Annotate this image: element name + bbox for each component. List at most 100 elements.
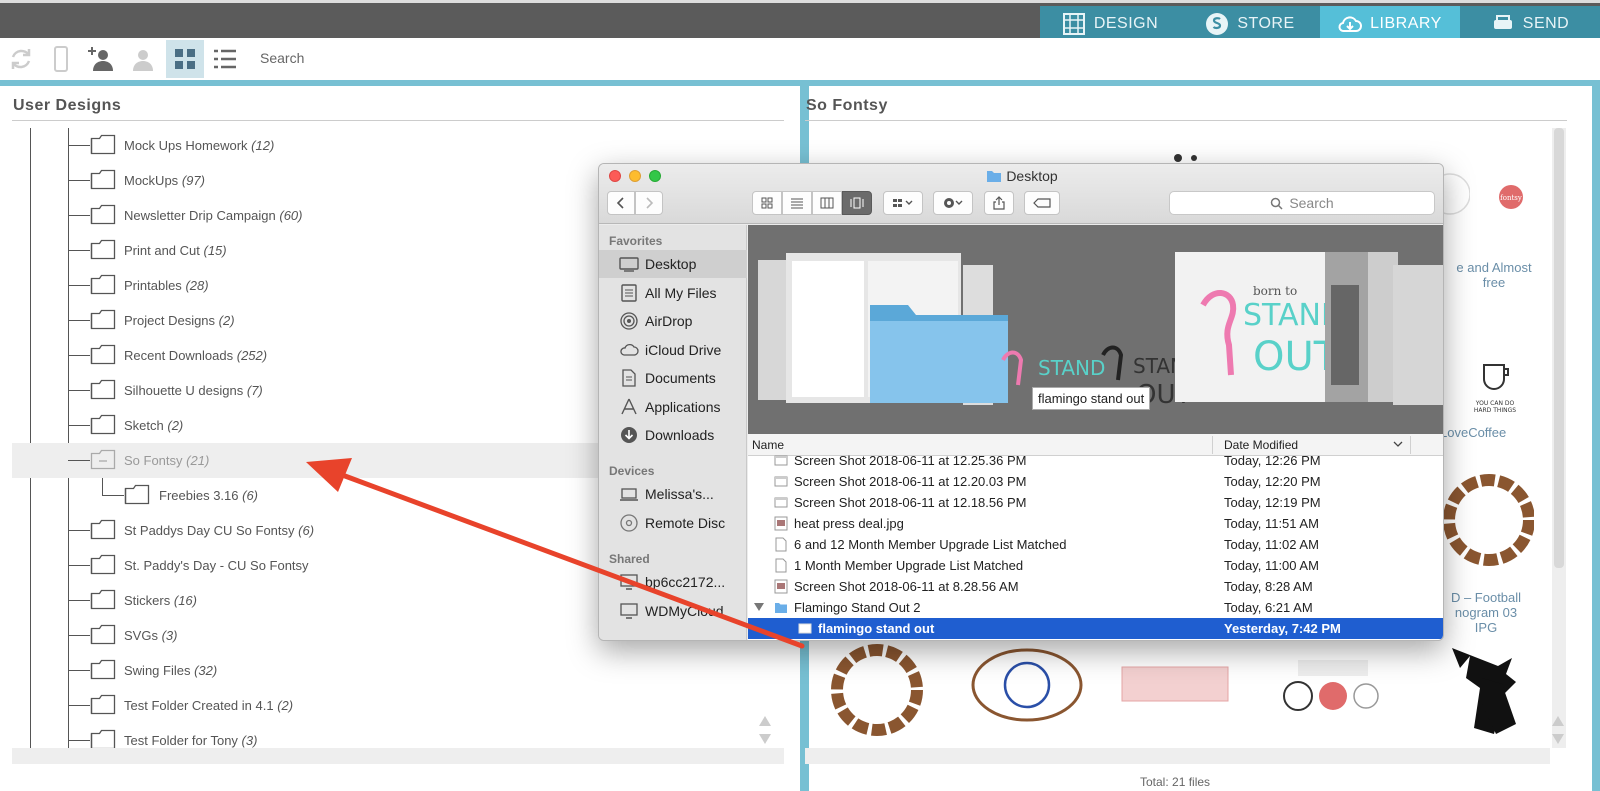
sidebar-section-shared: Shared: [609, 552, 650, 566]
folder-icon: [90, 204, 116, 225]
back-button[interactable]: [607, 191, 635, 215]
grid-icon: [1062, 12, 1085, 35]
file-row[interactable]: Screen Shot 2018-06-11 at 12.18.56 PM Tod…: [748, 492, 1443, 513]
finder-search-field[interactable]: Search: [1169, 191, 1435, 215]
sidebar-item-desktop[interactable]: Desktop: [599, 250, 747, 278]
folder-icon: [987, 171, 1002, 182]
right-edge-bar: [1592, 86, 1600, 791]
chevron-left-icon: [616, 197, 624, 209]
folder-label: Silhouette U designs (7): [124, 383, 263, 398]
image-file-icon: [798, 623, 812, 634]
chevron-down-icon: [1393, 441, 1403, 447]
svg-text:born to: born to: [1253, 284, 1297, 298]
thumbnail-badges[interactable]: [1268, 658, 1383, 713]
sidebar-item-applications[interactable]: Applications: [599, 393, 747, 421]
folder-item[interactable]: Swing Files (32): [12, 653, 772, 688]
thumbnail-coffee-cup[interactable]: YOU CAN DOHARD THINGS: [1470, 345, 1520, 415]
top-nav-bar: DESIGN STORE LIBRARY SEND: [0, 0, 1600, 41]
phone-icon: [54, 46, 68, 72]
file-name: 1 Month Member Upgrade List Matched: [794, 558, 1024, 573]
cutter-icon: [1493, 14, 1512, 29]
device-button[interactable]: [42, 40, 80, 78]
right-scroll-arrows[interactable]: [1550, 712, 1566, 748]
right-vertical-scrollbar[interactable]: [1552, 128, 1566, 748]
search-icon: [1271, 197, 1283, 210]
sidebar-item-documents[interactable]: Documents: [599, 364, 747, 392]
scrollbar-thumb[interactable]: [1554, 128, 1564, 568]
folder-label: Sketch (2): [124, 418, 184, 433]
document-file-icon: [775, 537, 787, 552]
sidebar-item-macbook[interactable]: Melissa's...: [599, 480, 747, 508]
thumbnail-football-wreath[interactable]: [1444, 458, 1534, 588]
folder-item[interactable]: Mock Ups Homework (12): [12, 128, 772, 163]
file-row[interactable]: Screen Shot 2018-06-11 at 12.25.36 PM Tod…: [748, 450, 1443, 471]
thumbnail-pink-banner[interactable]: [1120, 665, 1230, 705]
sidebar-item-shared-pc[interactable]: bp6cc2172...: [599, 568, 747, 596]
tab-send[interactable]: SEND: [1460, 6, 1600, 41]
finder-titlebar[interactable]: Desktop Search: [599, 164, 1443, 224]
laptop-icon: [620, 488, 638, 501]
cover-flow-preview[interactable]: STAND STAND OUT born to STAND OUT flamin…: [748, 225, 1443, 434]
thumbnail-deer-silhouette[interactable]: [1432, 638, 1527, 743]
file-date: Today, 11:02 AM: [1224, 537, 1319, 552]
image-file-icon: [774, 579, 788, 594]
monitor-icon: [620, 574, 638, 590]
folder-icon: [775, 603, 787, 613]
file-row[interactable]: 6 and 12 Month Member Upgrade List Match…: [748, 534, 1443, 555]
icon-view-button[interactable]: [752, 191, 782, 215]
thumbnail-football-monogram[interactable]: [970, 645, 1085, 725]
add-user-button[interactable]: [82, 40, 120, 78]
folder-label: SVGs (3): [124, 628, 178, 643]
left-scroll-arrows[interactable]: [757, 712, 773, 748]
arrange-menu-button[interactable]: [883, 191, 923, 215]
tags-button[interactable]: [1024, 191, 1060, 215]
user-button[interactable]: [122, 40, 160, 78]
open-folder-icon: [90, 449, 116, 470]
file-name: Flamingo Stand Out 2: [794, 600, 921, 615]
tab-library[interactable]: LIBRARY: [1320, 6, 1460, 41]
gear-icon: [944, 198, 963, 208]
thumbnail-red-badge[interactable]: fontsy: [1496, 182, 1526, 212]
list-view-button-finder[interactable]: [782, 191, 812, 215]
tab-store[interactable]: STORE: [1180, 6, 1320, 41]
finder-window: Desktop Search Favorites Desktop All My …: [598, 163, 1444, 641]
file-row[interactable]: 1 Month Member Upgrade List Matched Today…: [748, 555, 1443, 576]
sync-button[interactable]: [2, 40, 40, 78]
list-view-button[interactable]: [206, 40, 244, 78]
action-menu-button[interactable]: [933, 191, 973, 215]
tab-design[interactable]: DESIGN: [1040, 6, 1180, 41]
file-row[interactable]: Screen Shot 2018-06-11 at 12.20.03 PM Tod…: [748, 471, 1443, 492]
thumbnail-football-wreath-2[interactable]: [822, 640, 932, 740]
thumbnail-circle-logo[interactable]: [1440, 170, 1470, 220]
library-search-input[interactable]: Search: [260, 50, 304, 66]
file-row[interactable]: heat press deal.jpg Today, 11:51 AM: [748, 513, 1443, 534]
forward-button[interactable]: [635, 191, 663, 215]
document-file-icon: [775, 558, 787, 573]
file-row[interactable]: flamingo stand out Yesterday, 7:42 PM: [748, 618, 1443, 639]
folder-icon: [124, 484, 150, 505]
disclosure-triangle-icon[interactable]: [754, 603, 764, 611]
folder-icon: [90, 659, 116, 680]
file-date: Today, 6:21 AM: [1224, 600, 1313, 615]
file-name: Screen Shot 2018-06-11 at 12.20.03 PM: [794, 474, 1027, 489]
folder-item[interactable]: Test Folder Created in 4.1 (2): [12, 688, 772, 723]
sidebar-item-remote-disc[interactable]: Remote Disc: [599, 509, 747, 537]
sidebar-item-all-my-files[interactable]: All My Files: [599, 279, 747, 307]
cloud-icon: [620, 343, 639, 356]
sidebar-item-airdrop[interactable]: AirDrop: [599, 307, 747, 335]
folder-icon: [90, 729, 116, 750]
arrange-icon: [893, 199, 913, 207]
folder-icon: [90, 694, 116, 715]
left-horizontal-scrollbar[interactable]: [12, 748, 784, 764]
sidebar-item-wdmycloud[interactable]: WDMyCloud: [599, 597, 747, 625]
gallery-caption: LoveCoffee: [1440, 425, 1507, 440]
sidebar-item-downloads[interactable]: Downloads: [599, 421, 747, 449]
column-view-button[interactable]: [812, 191, 842, 215]
right-horizontal-scrollbar[interactable]: [805, 748, 1550, 764]
grid-view-button[interactable]: [166, 40, 204, 78]
file-row-folder[interactable]: Flamingo Stand Out 2 Today, 6:21 AM: [748, 597, 1443, 618]
share-button[interactable]: [984, 191, 1014, 215]
file-row[interactable]: Screen Shot 2018-06-11 at 8.28.56 AM Toda…: [748, 576, 1443, 597]
sidebar-item-icloud-drive[interactable]: iCloud Drive: [599, 336, 747, 364]
gallery-view-button[interactable]: [842, 191, 872, 215]
